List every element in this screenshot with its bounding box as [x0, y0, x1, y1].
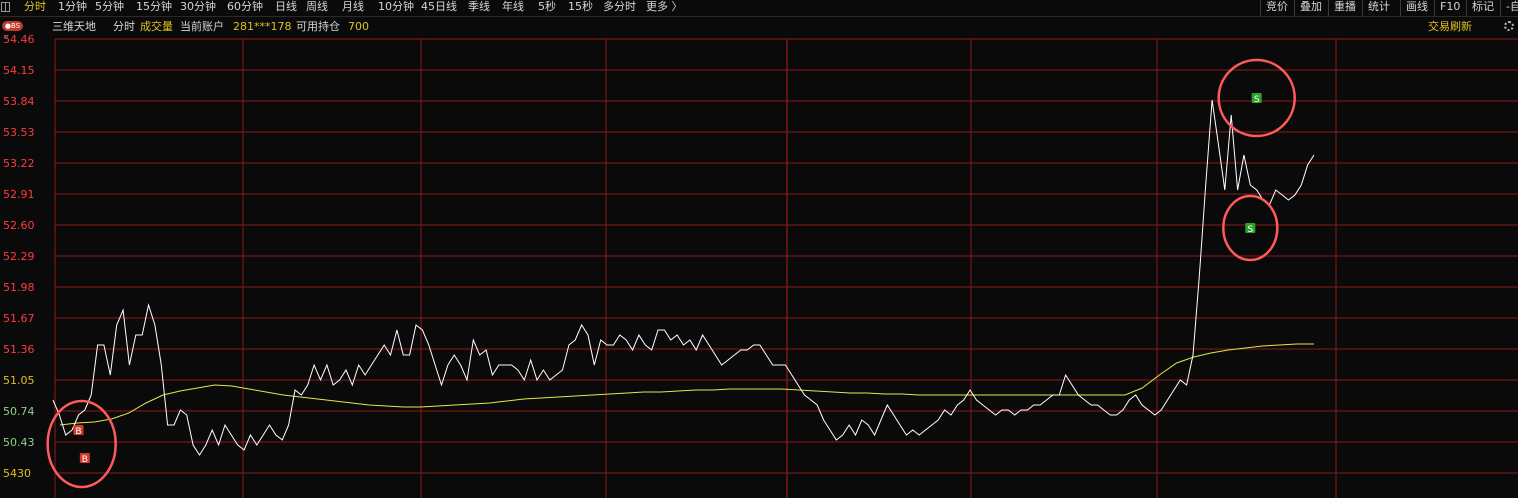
buy-marker-label: B — [82, 455, 88, 465]
sell-marker-label: S — [1247, 225, 1253, 235]
y-tick-label: 53.22 — [3, 157, 35, 170]
y-tick-label: 52.91 — [3, 188, 35, 201]
y-tick-label: 51.98 — [3, 281, 35, 294]
y-tick-label: 50.43 — [3, 436, 35, 449]
price-series-line — [52, 99, 1315, 456]
price-axis: 54.46 54.15 53.84 53.53 53.22 52.91 52.60 52.29… — [3, 33, 35, 480]
y-tick-label: 51.67 — [3, 312, 35, 325]
sell-marker-label: S — [1254, 95, 1260, 105]
trade-marker-layer: B B S S — [73, 93, 1262, 465]
y-tick-label: 54.15 — [3, 64, 35, 77]
annotation-layer — [46, 58, 1296, 489]
price-layer — [52, 99, 1315, 456]
y-tick-label: 53.84 — [3, 95, 35, 108]
y-tick-label: 54.46 — [3, 33, 35, 46]
buy-marker-label: B — [75, 427, 81, 437]
y-tick-label: 50.74 — [3, 405, 35, 418]
y-tick-label: 52.60 — [3, 219, 35, 232]
y-tick-label: 52.29 — [3, 250, 35, 263]
intraday-chart[interactable]: 54.46 54.15 53.84 53.53 53.22 52.91 52.60 52.29… — [0, 0, 1518, 498]
y-tick-label: 53.53 — [3, 126, 35, 139]
annotation-circle — [46, 399, 117, 489]
chart-grid — [54, 38, 1518, 498]
average-price-layer — [59, 343, 1314, 426]
y-tick-label: 51.36 — [3, 343, 35, 356]
y-tick-label: 5430 — [3, 467, 31, 480]
average-series-line — [59, 343, 1314, 426]
y-tick-label: 51.05 — [3, 374, 35, 387]
